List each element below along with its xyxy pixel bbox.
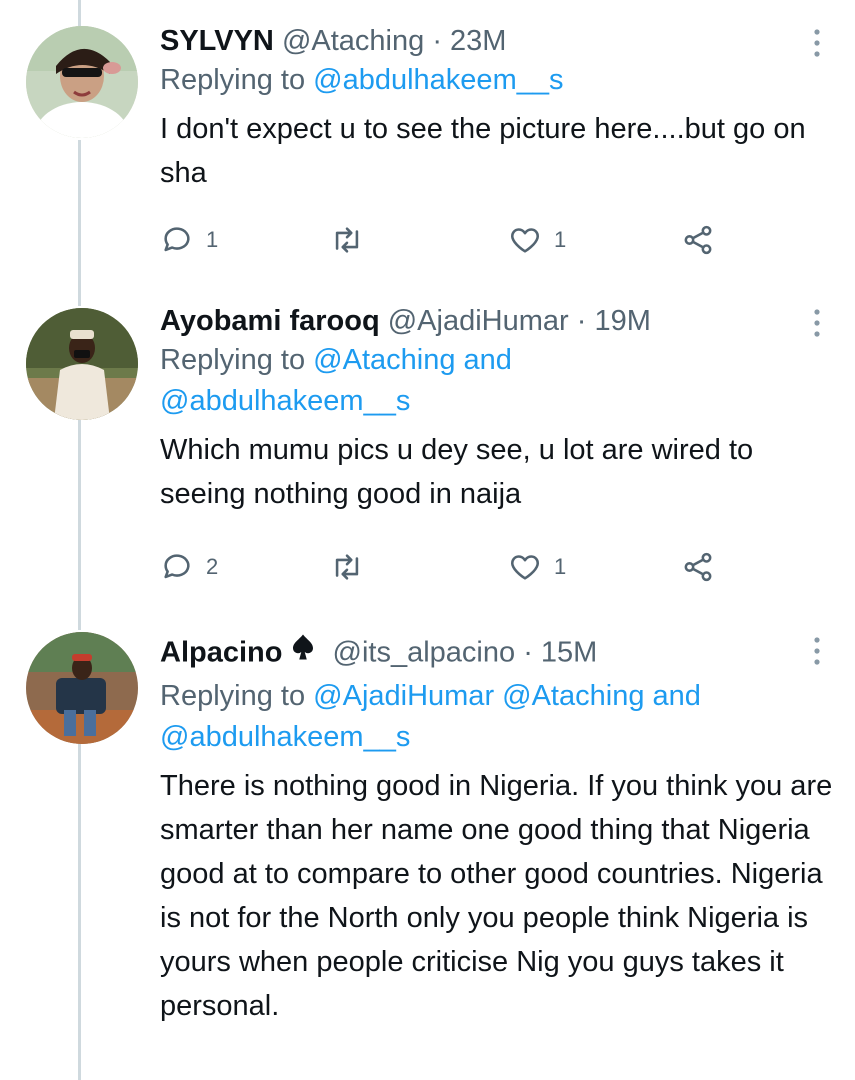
reply-button[interactable]: 1 bbox=[160, 220, 218, 260]
mention-link[interactable]: @abdulhakeem__s bbox=[313, 64, 563, 96]
mention-and-link[interactable]: and bbox=[464, 344, 512, 376]
mention-link[interactable]: @abdulhakeem__s bbox=[160, 721, 410, 753]
like-count: 1 bbox=[554, 554, 567, 579]
display-name[interactable]: Alpacino bbox=[160, 637, 282, 669]
replying-to: Replying to @Ataching and @abdulhakeem__… bbox=[160, 340, 835, 422]
reply-count: 2 bbox=[206, 554, 219, 579]
retweet-button[interactable] bbox=[328, 220, 378, 260]
replying-prefix: Replying to bbox=[160, 64, 306, 96]
timestamp[interactable]: · 15M bbox=[523, 637, 597, 669]
timestamp[interactable]: · 23M bbox=[432, 25, 506, 57]
tweet[interactable]: SYLVYN @Ataching · 23M Replying to @abdu… bbox=[0, 0, 855, 300]
tweet-header: Ayobami farooq @AjadiHumar · 19M bbox=[160, 302, 835, 340]
like-button[interactable]: 1 bbox=[508, 547, 566, 587]
reply-count: 1 bbox=[206, 227, 219, 252]
avatar[interactable] bbox=[26, 308, 138, 420]
retweet-icon bbox=[335, 554, 359, 580]
tweet-text: I don't expect u to see the picture here… bbox=[160, 113, 806, 189]
tweet-header: SYLVYN @Ataching · 23M bbox=[160, 22, 835, 60]
share-icon bbox=[684, 225, 712, 255]
spade-icon bbox=[288, 632, 318, 672]
more-vertical-icon[interactable] bbox=[813, 308, 821, 338]
mention-link[interactable]: @AjadiHumar @Ataching bbox=[313, 680, 644, 712]
tweet-text: There is nothing good in Nigeria. If you… bbox=[160, 770, 833, 1022]
tweet-actions: 2 1 bbox=[160, 547, 760, 587]
mention-and-link[interactable]: and bbox=[653, 680, 701, 712]
tweet[interactable]: Ayobami farooq @AjadiHumar · 19M Replyin… bbox=[0, 300, 855, 620]
reply-icon bbox=[164, 227, 190, 252]
mention-link[interactable]: @abdulhakeem__s bbox=[160, 385, 410, 417]
retweet-icon bbox=[335, 227, 359, 253]
reply-button[interactable]: 2 bbox=[160, 547, 218, 587]
handle[interactable]: @its_alpacino bbox=[333, 637, 516, 669]
avatar[interactable] bbox=[26, 26, 138, 138]
more-vertical-icon[interactable] bbox=[813, 636, 821, 666]
like-count: 1 bbox=[554, 227, 567, 252]
share-button[interactable] bbox=[680, 547, 716, 587]
avatar[interactable] bbox=[26, 632, 138, 744]
share-button[interactable] bbox=[680, 220, 716, 260]
more-vertical-icon[interactable] bbox=[813, 28, 821, 58]
share-icon bbox=[684, 552, 712, 582]
replying-to: Replying to @AjadiHumar @Ataching and @a… bbox=[160, 676, 835, 758]
heart-icon bbox=[511, 228, 539, 253]
handle[interactable]: @Ataching bbox=[282, 25, 424, 57]
display-name[interactable]: Ayobami farooq bbox=[160, 305, 380, 337]
tweet-text: Which mumu pics u dey see, u lot are wir… bbox=[160, 434, 754, 510]
tweet[interactable]: Alpacino @its_alpacino · 15M Replying to… bbox=[0, 620, 855, 1080]
tweet-header: Alpacino @its_alpacino · 15M bbox=[160, 632, 835, 676]
replying-prefix: Replying to bbox=[160, 344, 306, 376]
timestamp[interactable]: · 19M bbox=[577, 305, 651, 337]
tweet-actions: 1 1 bbox=[160, 220, 760, 260]
handle[interactable]: @AjadiHumar bbox=[388, 305, 569, 337]
retweet-button[interactable] bbox=[328, 547, 378, 587]
heart-icon bbox=[511, 555, 539, 580]
reply-icon bbox=[164, 554, 190, 579]
mention-link[interactable]: @Ataching bbox=[313, 344, 455, 376]
like-button[interactable]: 1 bbox=[508, 220, 566, 260]
replying-prefix: Replying to bbox=[160, 680, 306, 712]
display-name[interactable]: SYLVYN bbox=[160, 25, 274, 57]
replying-to: Replying to @abdulhakeem__s bbox=[160, 60, 835, 101]
